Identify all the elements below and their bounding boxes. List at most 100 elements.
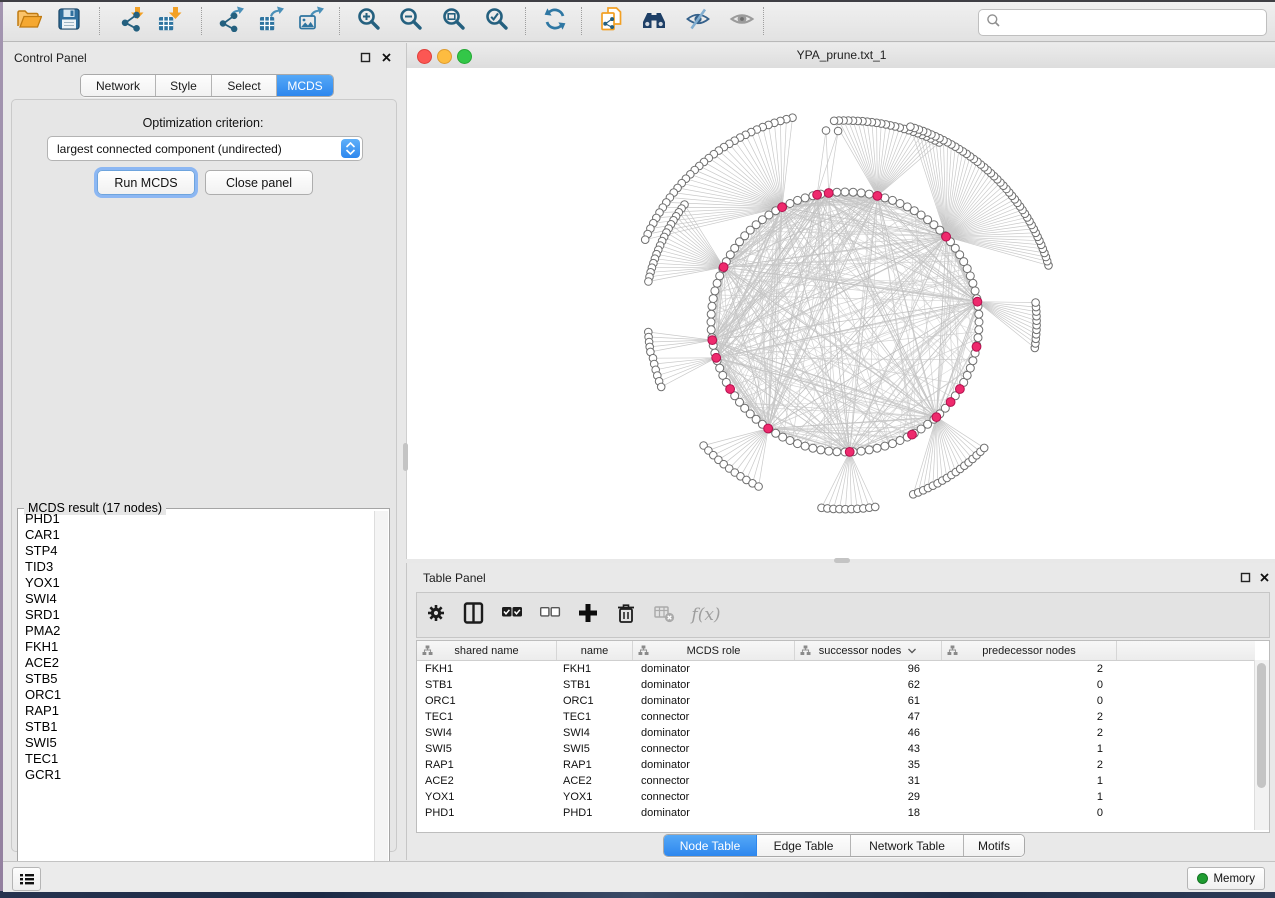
table-row[interactable]: ORC1ORC1dominator610 bbox=[417, 693, 1117, 709]
function-builder-icon: f(x) bbox=[691, 605, 720, 625]
table-cell: STB1 bbox=[557, 677, 633, 693]
tab-network-table[interactable]: Network Table bbox=[851, 835, 964, 856]
table-row[interactable]: STB1STB1dominator620 bbox=[417, 677, 1117, 693]
memory-button-label: Memory bbox=[1213, 873, 1255, 885]
import-network-button[interactable] bbox=[115, 6, 149, 37]
search-input[interactable] bbox=[1005, 15, 1266, 31]
table-row[interactable]: YOX1YOX1connector291 bbox=[417, 789, 1117, 805]
table-panel-tabs: Node TableEdge TableNetwork TableMotifs bbox=[663, 834, 1025, 857]
mcds-result-item[interactable]: GCR1 bbox=[19, 767, 374, 783]
zoom-selected-button[interactable] bbox=[480, 6, 514, 37]
mcds-result-item[interactable]: ORC1 bbox=[19, 687, 374, 703]
float-panel-icon[interactable] bbox=[359, 51, 372, 64]
task-history-button[interactable] bbox=[12, 867, 41, 891]
table-row[interactable]: SWI5SWI5connector431 bbox=[417, 741, 1117, 757]
table-row[interactable]: RAP1RAP1dominator352 bbox=[417, 757, 1117, 773]
float-table-panel-icon[interactable] bbox=[1239, 571, 1252, 584]
mcds-result-item[interactable]: RAP1 bbox=[19, 703, 374, 719]
mcds-result-item[interactable]: SRD1 bbox=[19, 607, 374, 623]
table-cell: 43 bbox=[795, 741, 942, 757]
table-cell: RAP1 bbox=[557, 757, 633, 773]
show-all-button[interactable] bbox=[725, 6, 759, 37]
column-header-shared-name[interactable]: shared name bbox=[417, 641, 557, 660]
table-row[interactable]: ACE2ACE2connector311 bbox=[417, 773, 1117, 789]
network-canvas[interactable] bbox=[406, 68, 1275, 559]
table-cell: 18 bbox=[795, 805, 942, 821]
table-row[interactable]: PHD1PHD1dominator180 bbox=[417, 805, 1117, 821]
mcds-result-item[interactable]: ACE2 bbox=[19, 655, 374, 671]
open-file-button[interactable] bbox=[12, 6, 46, 37]
tab-network[interactable]: Network bbox=[81, 75, 156, 96]
add-column-icon bbox=[577, 602, 599, 629]
hide-selected-button[interactable] bbox=[681, 6, 715, 37]
close-table-panel-icon[interactable] bbox=[1258, 571, 1271, 584]
column-header-label: name bbox=[581, 645, 609, 657]
function-builder-button[interactable]: f(x) bbox=[683, 596, 729, 634]
refresh-button[interactable] bbox=[538, 6, 572, 37]
network-from-selection-button[interactable] bbox=[595, 6, 629, 37]
show-columns-button[interactable] bbox=[455, 596, 493, 634]
mcds-result-item[interactable]: YOX1 bbox=[19, 575, 374, 591]
tab-node-table[interactable]: Node Table bbox=[664, 835, 757, 856]
select-all-checkboxes-button[interactable] bbox=[493, 596, 531, 634]
mcds-result-item[interactable]: FKH1 bbox=[19, 639, 374, 655]
export-table-button[interactable] bbox=[254, 6, 288, 37]
mcds-result-item[interactable]: TID3 bbox=[19, 559, 374, 575]
show-all-icon bbox=[729, 6, 755, 37]
mcds-list-scrollbar[interactable] bbox=[374, 511, 388, 879]
column-header-successor-nodes[interactable]: successor nodes bbox=[795, 641, 942, 660]
column-header-MCDS-role[interactable]: MCDS role bbox=[633, 641, 795, 660]
import-table-button[interactable] bbox=[153, 6, 187, 37]
export-network-button[interactable] bbox=[214, 6, 248, 37]
export-image-button[interactable] bbox=[294, 6, 328, 37]
save-session-button[interactable] bbox=[52, 6, 86, 37]
search-box[interactable] bbox=[978, 9, 1267, 36]
deselect-all-checkboxes-button[interactable] bbox=[531, 596, 569, 634]
mcds-result-item[interactable]: STB1 bbox=[19, 719, 374, 735]
tab-select[interactable]: Select bbox=[212, 75, 277, 96]
delete-column-button[interactable] bbox=[607, 596, 645, 634]
table-cell: 2 bbox=[942, 709, 1117, 725]
settings-gear-button[interactable] bbox=[417, 596, 455, 634]
main-toolbar bbox=[3, 2, 1275, 42]
tab-style[interactable]: Style bbox=[156, 75, 212, 96]
add-column-button[interactable] bbox=[569, 596, 607, 634]
table-row[interactable]: SWI4SWI4dominator462 bbox=[417, 725, 1117, 741]
mcds-result-item[interactable]: PHD1 bbox=[19, 511, 374, 527]
network-from-selection-icon bbox=[599, 6, 625, 37]
mcds-result-item[interactable]: SWI4 bbox=[19, 591, 374, 607]
table-scrollbar-thumb[interactable] bbox=[1257, 663, 1266, 788]
tab-mcds[interactable]: MCDS bbox=[277, 75, 333, 96]
import-network-icon bbox=[119, 6, 145, 37]
close-panel-icon[interactable] bbox=[380, 51, 393, 64]
status-bar: Memory bbox=[3, 861, 1275, 892]
tab-edge-table[interactable]: Edge Table bbox=[757, 835, 851, 856]
zoom-out-button[interactable] bbox=[394, 6, 428, 37]
zoom-in-button[interactable] bbox=[352, 6, 386, 37]
table-scrollbar[interactable] bbox=[1254, 660, 1269, 830]
table-cell: dominator bbox=[633, 757, 795, 773]
close-panel-button[interactable]: Close panel bbox=[205, 170, 313, 195]
search-binoculars-button[interactable] bbox=[637, 6, 671, 37]
network-window-titlebar[interactable]: YPA_prune.txt_1 bbox=[406, 43, 1275, 69]
tab-motifs[interactable]: Motifs bbox=[964, 835, 1024, 856]
run-mcds-button[interactable]: Run MCDS bbox=[97, 170, 195, 195]
table-row[interactable]: TEC1TEC1connector472 bbox=[417, 709, 1117, 725]
mcds-result-item[interactable]: TEC1 bbox=[19, 751, 374, 767]
table-cell: 1 bbox=[942, 773, 1117, 789]
mcds-result-item[interactable]: STB5 bbox=[19, 671, 374, 687]
column-header-name[interactable]: name bbox=[557, 641, 633, 660]
criterion-select[interactable]: largest connected component (undirected) bbox=[47, 136, 363, 161]
toolbar-separator bbox=[201, 7, 202, 35]
search-binoculars-icon bbox=[641, 6, 667, 37]
delete-table-button[interactable] bbox=[645, 596, 683, 634]
mcds-result-item[interactable]: SWI5 bbox=[19, 735, 374, 751]
mcds-result-item[interactable]: STP4 bbox=[19, 543, 374, 559]
vertical-splitter-handle[interactable] bbox=[403, 443, 408, 471]
mcds-result-item[interactable]: CAR1 bbox=[19, 527, 374, 543]
table-row[interactable]: FKH1FKH1dominator962 bbox=[417, 661, 1117, 677]
mcds-result-item[interactable]: PMA2 bbox=[19, 623, 374, 639]
zoom-fit-button[interactable] bbox=[437, 6, 471, 37]
column-header-predecessor-nodes[interactable]: predecessor nodes bbox=[942, 641, 1117, 660]
memory-button[interactable]: Memory bbox=[1187, 867, 1265, 890]
